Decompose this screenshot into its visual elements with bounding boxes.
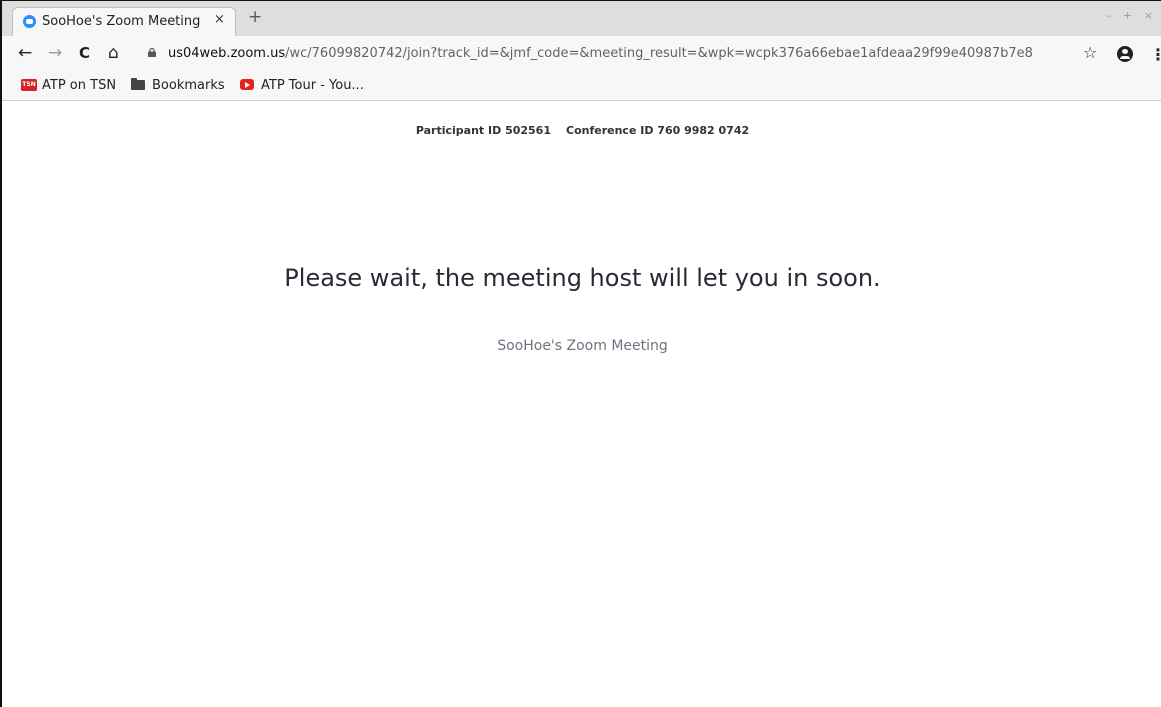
bookmark-folder-bookmarks[interactable]: Bookmarks [131,78,225,93]
window-controls[interactable]: – + × [1106,9,1157,22]
bookmark-label: ATP Tour - You... [261,78,364,93]
home-icon[interactable]: ⌂ [108,44,119,62]
reload-icon[interactable]: C [79,44,90,62]
url-text[interactable]: us04web.zoom.us/wc/76099820742/join?trac… [168,46,1033,61]
tsn-icon: TSN [21,79,37,91]
bookmark-star-icon[interactable]: ☆ [1083,44,1097,62]
browser-toolbar: ← → C ⌂ us04web.zoom.us/wc/76099820742/j… [2,36,1161,72]
tab-title: SooHoe's Zoom Meeting [42,14,201,29]
zoom-icon [23,15,36,28]
bookmark-label: ATP on TSN [42,78,117,93]
url-host: us04web.zoom.us [168,46,286,61]
menu-icon[interactable]: ⋮ [1150,45,1161,64]
back-arrow-icon[interactable]: ← [18,44,32,62]
waiting-room-message: Please wait, the meeting host will let y… [284,264,881,292]
bookmark-atp-tour-youtube[interactable]: ATP Tour - You... [240,78,364,93]
folder-icon [131,78,145,90]
forward-arrow-icon[interactable]: → [48,44,62,62]
meeting-ids: Participant ID 502561 Conference ID 760 9… [4,124,1161,137]
tab-zoom-meeting[interactable]: SooHoe's Zoom Meeting × [12,7,236,36]
lock-icon [148,48,156,57]
bookmarks-bar: TSN ATP on TSN Bookmarks ATP Tour - You.… [2,72,1161,101]
profile-icon[interactable] [1117,46,1133,62]
bookmark-atp-on-tsn[interactable]: TSN ATP on TSN [21,78,116,93]
browser-window: SooHoe's Zoom Meeting × + – + × ← → C ⌂ … [0,0,1161,707]
meeting-name: SooHoe's Zoom Meeting [497,338,668,354]
bookmark-label: Bookmarks [152,78,225,93]
participant-id: Participant ID 502561 [415,124,551,137]
conference-id: Conference ID 760 9982 0742 [566,124,750,137]
close-tab-icon[interactable]: × [214,12,225,27]
new-tab-button[interactable]: + [248,9,262,26]
address-bar[interactable]: us04web.zoom.us/wc/76099820742/join?trac… [134,41,1100,67]
youtube-icon [240,79,254,90]
page-content: Participant ID 502561 Conference ID 760 9… [4,101,1161,707]
url-path: /wc/76099820742/join?track_id=&jmf_code=… [285,46,1033,61]
tab-strip: SooHoe's Zoom Meeting × + – + × [2,1,1161,36]
